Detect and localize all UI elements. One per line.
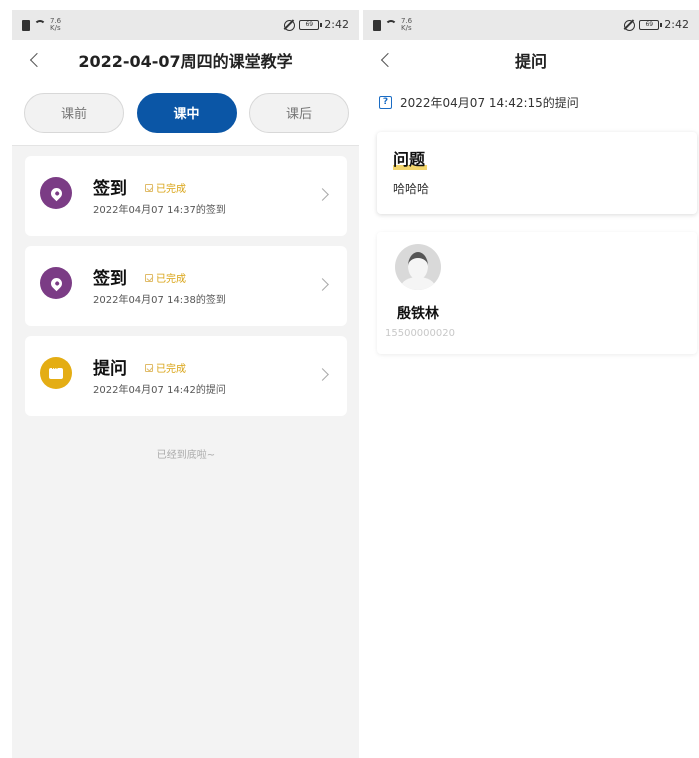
back-icon[interactable] — [379, 53, 393, 67]
battery-icon: 69 — [299, 19, 323, 30]
chat-bubble-icon — [40, 357, 72, 389]
mute-icon — [283, 19, 296, 31]
tab-before-class[interactable]: 课前 — [24, 92, 124, 133]
wifi-icon — [385, 20, 397, 30]
sim-card-icon — [373, 19, 381, 31]
question-timestamp: 2022年04月07 14:42:15的提问 — [400, 95, 579, 110]
status-bar: 7.6 K/s 69 2:42 — [12, 10, 359, 40]
wifi-icon — [34, 20, 46, 30]
question-mark-icon: ? — [379, 95, 392, 109]
activity-subtitle: 2022年04月07 14:38的签到 — [93, 295, 226, 306]
class-activities-screen: 7.6 K/s 69 2:42 2022-04-07周四的课堂教学 课前 课中 课… — [12, 10, 359, 758]
responder-phone: 15500000020 — [385, 328, 455, 339]
activity-list: 签到 已完成 2022年04月07 14:37的签到 签到 已完成 2022年0… — [12, 146, 359, 461]
activity-subtitle: 2022年04月07 14:42的提问 — [93, 385, 226, 396]
responder-card[interactable]: 殷铁林 15500000020 — [377, 232, 697, 354]
sim-card-icon — [22, 19, 30, 31]
activity-subtitle: 2022年04月07 14:37的签到 — [93, 205, 226, 216]
activity-title: 提问 — [93, 359, 127, 379]
activity-title: 签到 — [93, 269, 127, 289]
responder-name: 殷铁林 — [397, 306, 439, 322]
question-meta: ? 2022年04月07 14:42:15的提问 — [363, 80, 699, 124]
location-pin-icon — [40, 267, 72, 299]
chevron-right-icon — [316, 368, 329, 381]
end-of-list-text: 已经到底啦~ — [156, 450, 216, 461]
chevron-right-icon — [316, 278, 329, 291]
question-card: 问题 哈哈哈 — [377, 132, 697, 214]
avatar — [395, 244, 441, 290]
back-icon[interactable] — [28, 53, 42, 67]
network-speed: 7.6 K/s — [401, 17, 413, 32]
page-title: 2022-04-07周四的课堂教学 — [78, 52, 293, 71]
question-heading: 问题 — [393, 146, 428, 170]
clock: 2:42 — [324, 18, 349, 31]
nav-bar: 2022-04-07周四的课堂教学 — [12, 40, 359, 80]
activity-card-checkin-1[interactable]: 签到 已完成 2022年04月07 14:37的签到 — [25, 156, 347, 236]
activity-title: 签到 — [93, 179, 127, 199]
mute-icon — [623, 19, 636, 31]
status-bar: 7.6 K/s 69 2:42 — [363, 10, 699, 40]
tab-after-class[interactable]: 课后 — [249, 92, 349, 133]
activity-card-checkin-2[interactable]: 签到 已完成 2022年04月07 14:38的签到 — [25, 246, 347, 326]
question-text: 哈哈哈 — [393, 182, 430, 196]
nav-bar: 提问 — [363, 40, 699, 80]
activity-card-question[interactable]: 提问 已完成 2022年04月07 14:42的提问 — [25, 336, 347, 416]
status-badge: 已完成 — [145, 180, 186, 195]
tab-in-class[interactable]: 课中 — [136, 92, 237, 133]
question-detail-screen: 7.6 K/s 69 2:42 提问 ? 2022年04月07 14:42:15的… — [363, 10, 699, 758]
checkbox-icon — [145, 363, 153, 372]
status-badge: 已完成 — [145, 360, 186, 375]
battery-icon: 69 — [639, 19, 663, 30]
chevron-right-icon — [316, 188, 329, 201]
clock: 2:42 — [664, 18, 689, 31]
checkbox-icon — [145, 273, 153, 282]
checkbox-icon — [145, 183, 153, 192]
location-pin-icon — [40, 177, 72, 209]
phase-tabs: 课前 课中 课后 — [12, 80, 359, 146]
status-badge: 已完成 — [145, 270, 186, 285]
network-speed: 7.6 K/s — [50, 17, 62, 32]
page-title: 提问 — [514, 52, 547, 71]
